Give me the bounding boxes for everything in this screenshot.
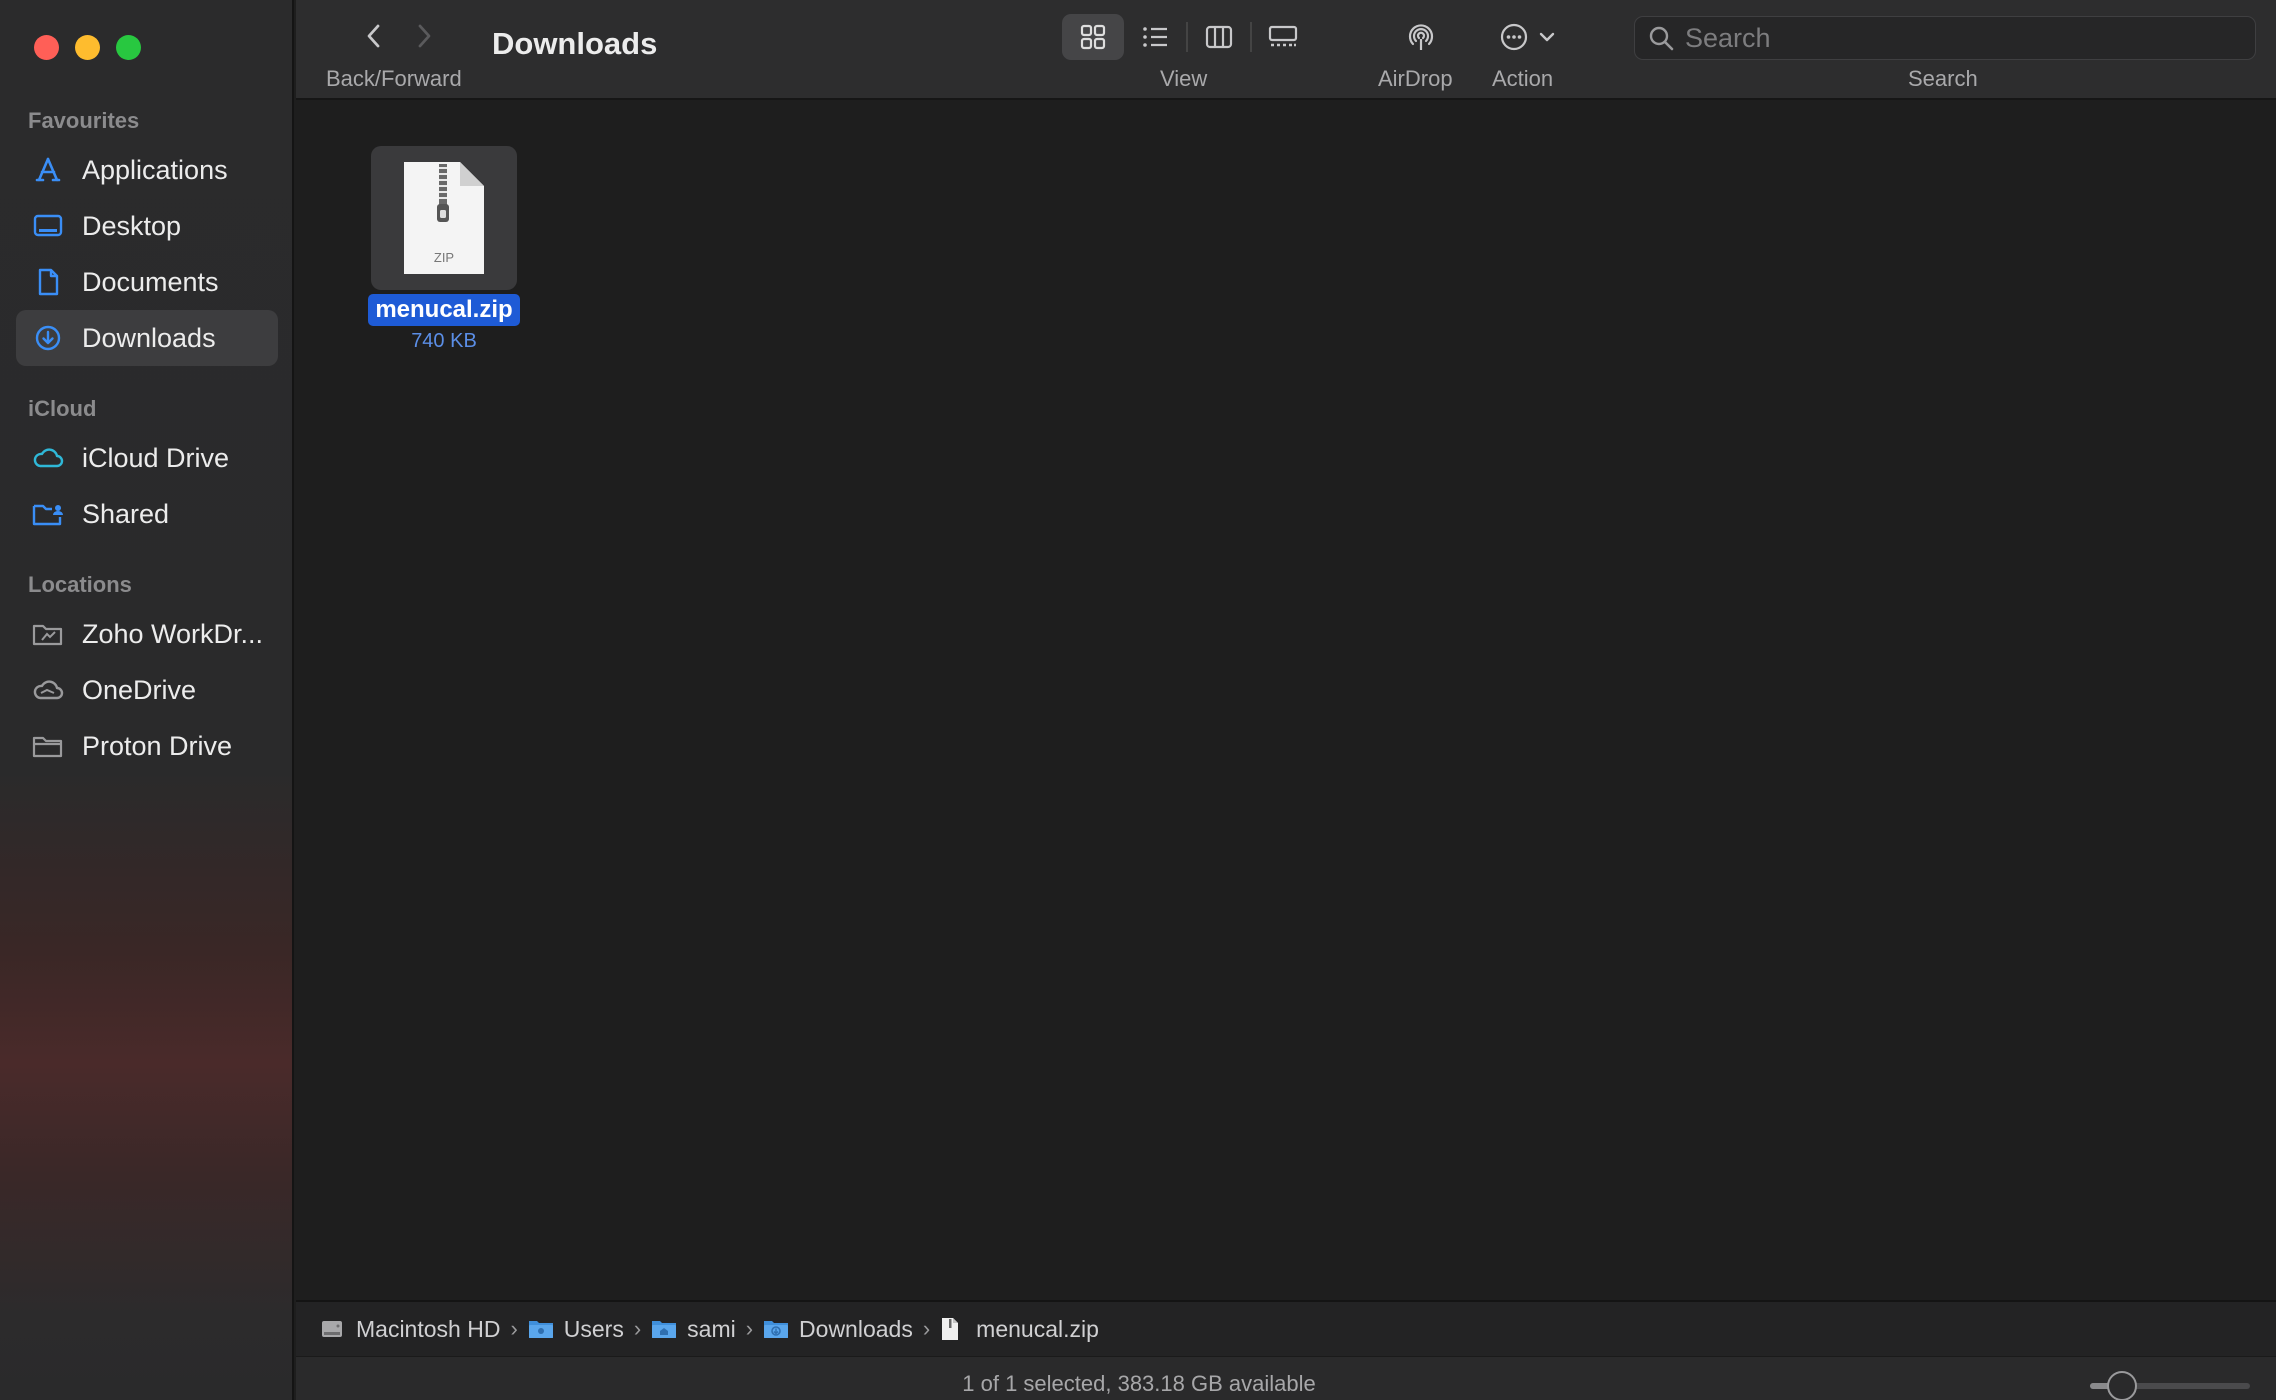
search-label: Search [1908,66,1978,91]
airdrop-button[interactable] [1396,14,1446,60]
sidebar-item-label: Documents [82,266,219,297]
window-controls [34,35,141,60]
search-field[interactable] [1634,16,2256,60]
back-button[interactable] [356,16,392,56]
path-item-label: Downloads [799,1315,913,1342]
list-view-button[interactable] [1124,14,1186,60]
path-item-label: menucal.zip [976,1315,1099,1342]
path-item-downloads[interactable]: Downloads [763,1316,913,1343]
applications-icon [32,154,64,186]
icon-view-button[interactable] [1062,14,1124,60]
minimize-window-button[interactable] [75,35,100,60]
shared-folder-icon [32,498,64,530]
zip-badge-label: ZIP [434,250,454,265]
file-browser-content[interactable]: ZIP menucal.zip 740 KB [296,102,2276,1300]
more-icon [1500,23,1528,51]
sidebar-item-proton-drive[interactable]: Proton Drive [16,718,278,774]
gallery-view-button[interactable] [1252,14,1314,60]
path-separator-icon: › [922,1316,931,1341]
cloud-icon [32,442,64,474]
sidebar: Favourites Applications Desktop Document… [0,0,294,1400]
hard-drive-icon [320,1318,346,1340]
column-view-button[interactable] [1188,14,1250,60]
column-view-icon [1205,25,1233,49]
sidebar-item-downloads[interactable]: Downloads [16,310,278,366]
icon-size-slider-knob[interactable] [2107,1371,2137,1400]
toolbar: Back/Forward Downloads View AirDrop Acti… [296,0,2276,100]
sidebar-section-icloud: iCloud iCloud Drive Shared [0,392,294,542]
path-item-macintosh-hd[interactable]: Macintosh HD [320,1316,500,1343]
sidebar-item-shared[interactable]: Shared [16,486,278,542]
sidebar-section-locations: Locations Zoho WorkDr... OneDrive Proton… [0,568,294,774]
path-item-label: Users [563,1315,624,1342]
document-icon [32,266,64,298]
desktop-icon [32,210,64,242]
folder-icon [32,730,64,762]
chevron-left-icon [367,24,380,48]
file-name[interactable]: menucal.zip [368,294,520,326]
file-size: 740 KB [411,330,477,352]
window-title: Downloads [492,26,658,61]
sidebar-item-label: Desktop [82,210,182,241]
view-label: View [1160,66,1208,91]
sidebar-item-icloud-drive[interactable]: iCloud Drive [16,430,278,486]
icon-view-icon [1080,24,1106,50]
sidebar-item-documents[interactable]: Documents [16,254,278,310]
file-thumbnail: ZIP [371,146,517,290]
back-forward-label: Back/Forward [326,66,462,91]
sidebar-item-zoho-workdrive[interactable]: Zoho WorkDr... [16,606,278,662]
drive-folder-icon [32,618,64,650]
airdrop-icon [1408,24,1434,50]
path-separator-icon: › [510,1316,518,1341]
action-menu-button[interactable] [1492,14,1562,60]
gallery-view-icon [1268,25,1298,47]
sidebar-heading-icloud: iCloud [28,396,97,421]
airdrop-label: AirDrop [1378,66,1453,91]
icon-size-slider[interactable] [2090,1371,2250,1400]
downloads-icon [32,322,64,354]
sidebar-item-onedrive[interactable]: OneDrive [16,662,278,718]
sidebar-item-label: iCloud Drive [82,442,230,473]
chevron-right-icon [418,24,431,48]
sidebar-item-label: Zoho WorkDr... [82,618,264,649]
sidebar-item-label: Applications [82,154,228,185]
path-item-label: sami [687,1315,736,1342]
sidebar-item-label: Shared [82,498,170,529]
chevron-down-icon [1539,32,1555,42]
path-bar: Macintosh HD › Users › sami › Downloads … [296,1300,2276,1356]
path-separator-icon: › [745,1316,754,1341]
home-folder-icon [651,1318,677,1340]
folder-icon [528,1318,554,1340]
sidebar-item-applications[interactable]: Applications [16,142,278,198]
sidebar-item-label: OneDrive [82,674,197,705]
zip-file-icon: ZIP [404,162,484,274]
sidebar-section-favourites: Favourites Applications Desktop Document… [0,104,294,366]
sidebar-heading-favourites: Favourites [28,108,140,133]
forward-button[interactable] [406,16,442,56]
path-separator-icon: › [633,1316,642,1341]
path-item-menucal-zip[interactable]: menucal.zip [940,1316,1099,1343]
status-bar: 1 of 1 selected, 383.18 GB available [296,1356,2276,1400]
path-item-label: Macintosh HD [356,1315,501,1342]
status-text: 1 of 1 selected, 383.18 GB available [962,1371,1316,1396]
cloud-icon [32,674,64,706]
list-view-icon [1143,27,1167,47]
sidebar-item-label: Proton Drive [82,730,233,761]
file-icon [940,1318,966,1340]
view-mode-control [1062,14,1314,60]
file-item[interactable]: ZIP menucal.zip 740 KB [366,146,522,353]
search-icon [1649,26,1674,51]
zoom-window-button[interactable] [116,35,141,60]
path-item-sami[interactable]: sami [651,1316,736,1343]
action-label: Action [1492,66,1554,91]
close-window-button[interactable] [34,35,59,60]
downloads-folder-icon [763,1318,789,1340]
sidebar-heading-locations: Locations [28,572,132,597]
path-item-users[interactable]: Users [528,1316,624,1343]
sidebar-item-label: Downloads [82,322,216,353]
search-input[interactable] [1685,22,2245,54]
sidebar-item-desktop[interactable]: Desktop [16,198,278,254]
